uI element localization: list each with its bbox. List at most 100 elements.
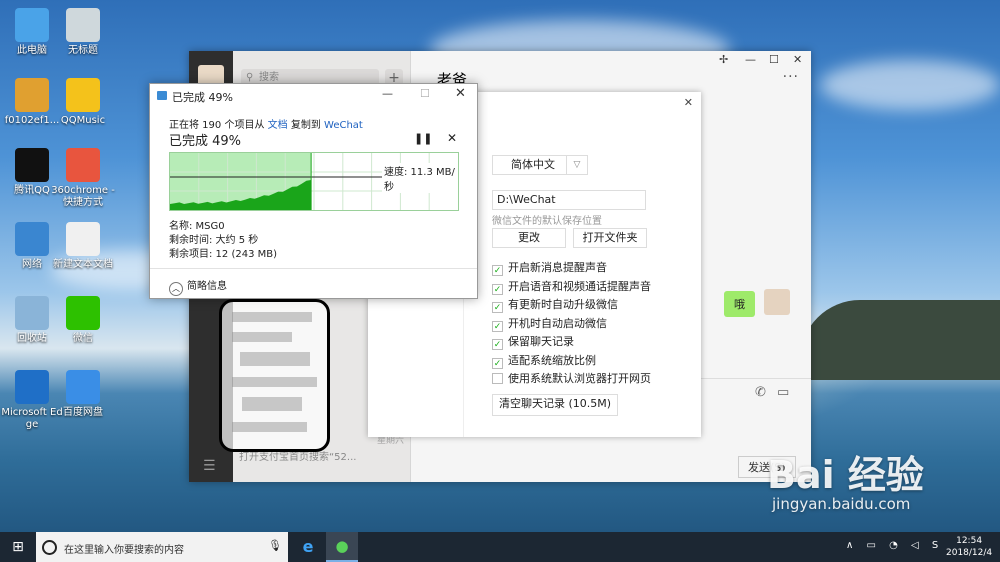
desktop-icon-label: 360chrome - 快捷方式 [51, 185, 115, 208]
wechat-icon [66, 296, 100, 330]
dialog-separator [150, 268, 477, 269]
desktop-icon-label: QQMusic [60, 115, 106, 126]
time-remaining: 剩余时间: 大约 5 秒 [169, 235, 259, 246]
blurred-content [232, 377, 317, 387]
desktop-icon-label: 微信 [73, 333, 93, 344]
taskbar-search-box[interactable]: 在这里输入你要搜索的内容 🎙 [36, 532, 288, 562]
settings-close-button[interactable]: ✕ [684, 96, 693, 109]
wechat-taskbar-icon[interactable]: ● [326, 532, 358, 562]
language-value: 简体中文 [511, 158, 555, 171]
copy-middle: 复制到 [290, 120, 321, 131]
dialog-title: 已完成 49% [172, 91, 233, 104]
checkbox-checked[interactable]: ✓ [492, 320, 503, 332]
video-call-icon[interactable]: ▭ [777, 385, 789, 400]
open-folder-button[interactable]: 打开文件夹 [573, 228, 647, 248]
maximize-button[interactable]: ☐ [769, 53, 779, 66]
stop-button[interactable]: ✕ [447, 131, 457, 145]
desktop-icon-label: 新建文本文档 [53, 259, 113, 270]
less-info-toggle[interactable]: ︿ 简略信息 [169, 277, 227, 296]
more-icon[interactable]: ··· [783, 69, 799, 85]
document-icon [66, 8, 100, 42]
baidu-logo: Bai 经验 [767, 453, 924, 497]
text-file-icon [66, 222, 100, 256]
checkbox-checked[interactable]: ✓ [492, 339, 503, 350]
copy-progress-dialog: 已完成 49% — ☐ ✕ 正在将 190 个项目从 文档 复制到 WeChat… [149, 83, 478, 299]
desktop-icon-label: 百度网盘 [63, 407, 103, 418]
desktop-icon[interactable]: 微信 [51, 296, 115, 345]
source-link[interactable]: 文档 [268, 120, 288, 131]
pin-icon[interactable]: ✢ [719, 53, 728, 66]
microphone-icon[interactable]: 🎙 [268, 539, 282, 552]
checkbox-unchecked[interactable] [492, 373, 503, 384]
highlight-box [219, 299, 330, 452]
copy-description: 正在将 190 个项目从 文档 复制到 WeChat [169, 116, 363, 131]
settings-option[interactable]: ✓ 适配系统缩放比例 [492, 353, 596, 369]
settings-option[interactable]: ✓ 保留聊天记录 [492, 335, 574, 350]
settings-option[interactable]: ✓ 开启新消息提醒声音 [492, 261, 607, 276]
computer-icon [15, 8, 49, 42]
close-button[interactable]: ✕ [793, 53, 802, 66]
minimize-button[interactable]: — [745, 53, 756, 66]
less-info-label: 简略信息 [187, 281, 227, 292]
blurred-content [232, 422, 307, 432]
desktop-icon[interactable]: 新建文本文档 [51, 222, 115, 271]
360chrome-icon [66, 148, 100, 182]
coastal-rock [800, 300, 1000, 380]
file-name: 名称: MSG0 [169, 221, 225, 232]
windows-start-icon[interactable]: ⊞ [0, 532, 36, 562]
system-tray[interactable]: ∧ ▭ ◔ ◁ S [846, 540, 943, 551]
phone-icon[interactable]: ✆ [755, 385, 766, 400]
blurred-content [240, 352, 310, 366]
settings-option-label: 使用系统默认浏览器打开网页 [508, 372, 651, 385]
clear-history-button[interactable]: 清空聊天记录 (10.5M) [492, 394, 619, 416]
search-icon [42, 540, 57, 555]
checkbox-checked[interactable]: ✓ [492, 302, 503, 313]
settings-option[interactable]: ✓ 有更新时自动升级微信 [492, 298, 618, 313]
copy-icon [157, 91, 167, 100]
save-path-hint: 微信文件的默认保存位置 [492, 216, 602, 227]
settings-option-label: 开启新消息提醒声音 [508, 261, 607, 274]
baidu-netdisk-icon [66, 370, 100, 404]
desktop-icon[interactable]: QQMusic [51, 78, 115, 127]
desktop-icon[interactable]: 360chrome - 快捷方式 [51, 148, 115, 209]
qqmusic-icon [66, 78, 100, 112]
close-button[interactable]: ✕ [455, 86, 466, 101]
taskbar-clock[interactable]: 12:54 2018/12/4 [946, 535, 992, 559]
image-file-icon [15, 78, 49, 112]
clock-time: 12:54 [956, 536, 983, 546]
settings-option[interactable]: 使用系统默认浏览器打开网页 [492, 372, 651, 386]
checkbox-checked[interactable]: ✓ [492, 357, 503, 369]
checkbox-checked[interactable]: ✓ [492, 265, 503, 276]
destination-link[interactable]: WeChat [324, 120, 363, 131]
taskbar-search-placeholder: 在这里输入你要搜索的内容 [64, 545, 184, 556]
maximize-button[interactable]: ☐ [420, 87, 430, 100]
blurred-content [242, 397, 302, 411]
language-select[interactable]: 简体中文 ▽ [492, 155, 588, 175]
baidu-watermark: Bai 经验 jingyan.baidu.com [767, 455, 924, 513]
settings-option-label: 有更新时自动升级微信 [508, 298, 618, 311]
change-button[interactable]: 更改 [492, 228, 566, 248]
settings-option-label: 保留聊天记录 [508, 335, 574, 348]
desktop-icon[interactable]: 百度网盘 [51, 370, 115, 419]
settings-option[interactable]: ✓ 开机时自动启动微信 [492, 317, 607, 332]
taskbar: ⊞ 在这里输入你要搜索的内容 🎙 e ● ∧ ▭ ◔ ◁ S 12:54 201… [0, 532, 1000, 562]
progress-graph: 速度: 11.3 MB/秒 [169, 152, 459, 211]
pause-button[interactable]: ❚❚ [414, 132, 432, 145]
items-remaining: 剩余项目: 12 (243 MB) [169, 249, 278, 260]
clock-date: 2018/12/4 [946, 548, 993, 558]
minimize-button[interactable]: — [382, 87, 393, 100]
message-bubble[interactable]: 哦 [724, 291, 755, 317]
menu-icon[interactable]: ☰ [203, 459, 219, 473]
save-path-field[interactable]: D:\WeChat [492, 190, 646, 210]
edge-taskbar-icon[interactable]: e [292, 532, 324, 562]
chevron-up-icon: ︿ [169, 282, 183, 296]
blurred-content [232, 332, 292, 342]
checkbox-checked[interactable]: ✓ [492, 283, 503, 295]
my-avatar[interactable] [764, 289, 790, 315]
watermark-url: jingyan.baidu.com [772, 495, 911, 513]
search-placeholder: 搜索 [259, 72, 279, 83]
recycle-bin-icon [15, 296, 49, 330]
settings-option-label: 适配系统缩放比例 [508, 353, 596, 367]
settings-option[interactable]: ✓ 开启语音和视频通话提醒声音 [492, 280, 651, 295]
desktop-icon[interactable]: 无标题 [51, 8, 115, 57]
